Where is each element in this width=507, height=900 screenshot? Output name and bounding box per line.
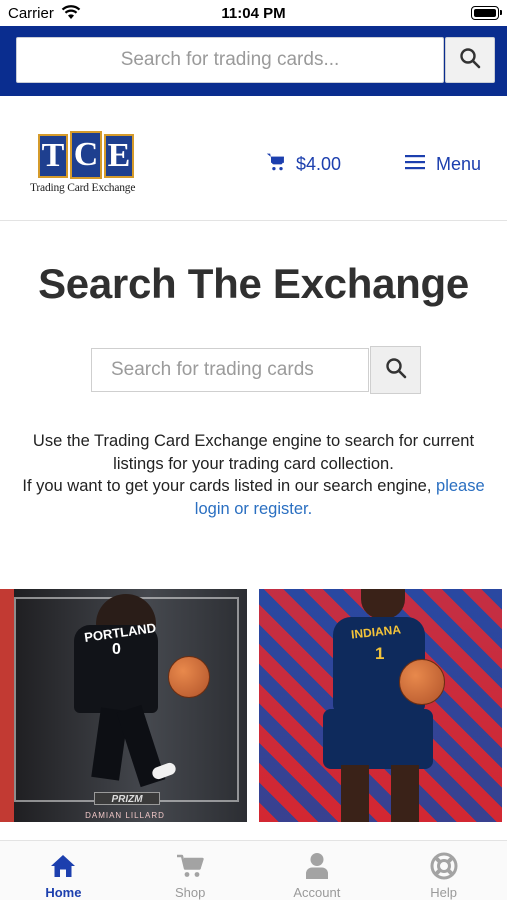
description-line-2: If you want to get your cards listed in … [22, 477, 432, 495]
search-icon [385, 357, 407, 384]
card-brand: PRIZM [94, 792, 160, 805]
card-player-name: DAMIAN LILLARD [85, 811, 165, 820]
tab-home-label: Home [45, 885, 82, 900]
card-number: 0 [112, 641, 121, 658]
cart-button[interactable]: $4.00 [266, 153, 341, 175]
bottom-tab-bar: Home Shop Account Help [0, 840, 507, 900]
tab-account[interactable]: Account [254, 841, 381, 900]
logo-letter-e: E [104, 134, 134, 178]
battery-icon [471, 6, 502, 20]
main-search-button[interactable] [370, 346, 421, 394]
tce-logo[interactable]: T C E Trading Card Exchange [30, 131, 142, 202]
status-bar: Carrier 11:04 PM [0, 0, 507, 26]
page-title: Search The Exchange [38, 260, 469, 307]
menu-label: Menu [436, 153, 482, 174]
menu-button[interactable]: Menu [405, 153, 481, 175]
basketball-image [168, 656, 210, 698]
card-number: 1 [375, 644, 385, 663]
user-icon [305, 852, 329, 880]
clock: 11:04 PM [221, 5, 286, 22]
search-icon [459, 47, 481, 74]
site-header: T C E Trading Card Exchange $4.00 Menu [0, 96, 507, 221]
main-search-input[interactable]: Search for trading cards [91, 348, 369, 392]
tab-account-label: Account [293, 885, 341, 900]
logo-letter-c: C [70, 131, 102, 179]
top-search-button[interactable] [445, 37, 495, 83]
cart-icon [176, 852, 204, 880]
tab-shop-label: Shop [174, 885, 206, 900]
hamburger-icon [405, 154, 425, 175]
description-line-1: Use the Trading Card Exchange engine to … [32, 432, 475, 473]
card-image-pacers[interactable]: INDIANA 1 [259, 589, 502, 822]
card-image-lillard[interactable]: PORTLAND 0 PRIZM DAMIAN LILLARD [0, 589, 247, 822]
top-search-banner: Search for trading cards... [0, 26, 507, 96]
logo-letter-t: T [38, 134, 68, 178]
tab-help[interactable]: Help [380, 841, 507, 900]
logo-tagline: Trading Card Exchange [30, 182, 136, 194]
cart-icon [266, 152, 286, 177]
home-icon [50, 852, 76, 880]
description: Use the Trading Card Exchange engine to … [10, 430, 497, 520]
tab-home[interactable]: Home [0, 841, 127, 900]
tab-help-label: Help [430, 885, 457, 900]
cart-total: $4.00 [296, 153, 342, 174]
top-search-input[interactable]: Search for trading cards... [16, 37, 444, 83]
tab-shop[interactable]: Shop [127, 841, 254, 900]
lifebuoy-icon [430, 852, 458, 880]
basketball-image [399, 659, 445, 705]
